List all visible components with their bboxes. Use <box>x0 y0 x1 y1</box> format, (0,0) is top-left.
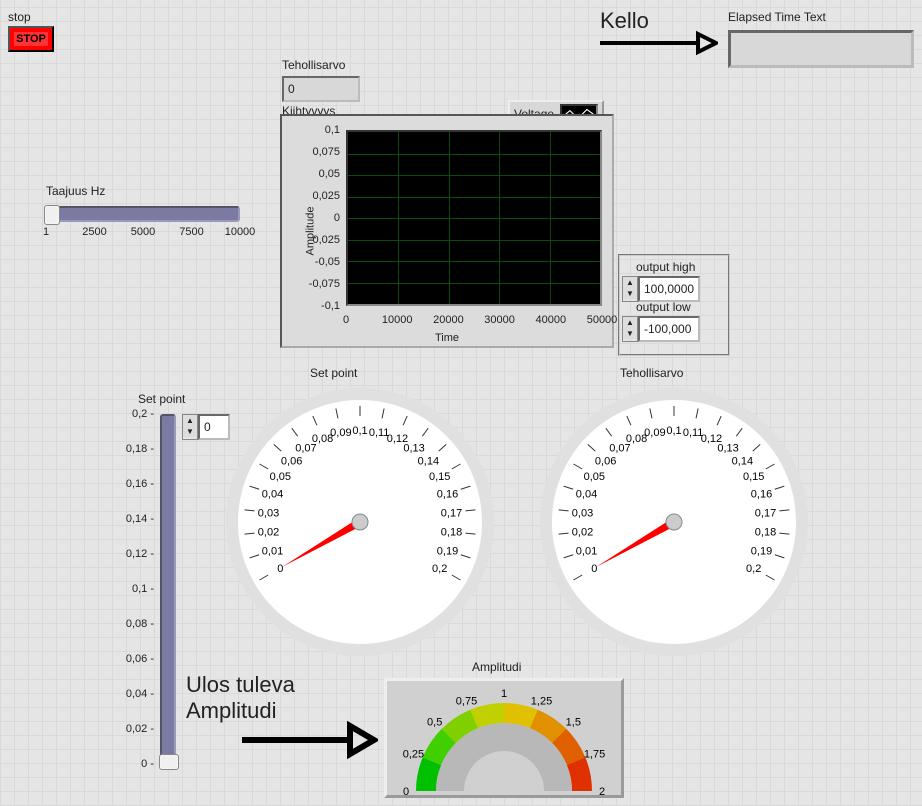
amplitudi-label: Amplitudi <box>472 660 521 674</box>
svg-text:0,02: 0,02 <box>572 527 593 539</box>
svg-text:0: 0 <box>277 563 283 575</box>
elapsed-time-label: Elapsed Time Text <box>728 10 826 24</box>
svg-text:0,18: 0,18 <box>755 527 776 539</box>
svg-text:0,17: 0,17 <box>755 507 776 519</box>
svg-text:0,15: 0,15 <box>743 471 764 483</box>
svg-text:0,04: 0,04 <box>262 489 283 501</box>
svg-text:0: 0 <box>591 563 597 575</box>
svg-text:0,05: 0,05 <box>584 471 605 483</box>
setpoint-vslider[interactable]: 0,2 -0,18 -0,16 -0,14 -0,12 -0,1 -0,08 -… <box>160 414 176 768</box>
svg-text:0,14: 0,14 <box>732 455 753 467</box>
svg-text:0,14: 0,14 <box>418 455 439 467</box>
svg-text:0,18: 0,18 <box>441 527 462 539</box>
svg-text:0,1: 0,1 <box>352 425 367 437</box>
stop-label: stop <box>8 10 31 24</box>
vslider-ticks: 0,2 -0,18 -0,16 -0,14 -0,12 -0,1 -0,08 -… <box>124 414 154 764</box>
output-high-label: output high <box>636 260 695 274</box>
svg-text:1,25: 1,25 <box>531 695 552 707</box>
svg-text:0,09: 0,09 <box>330 427 351 439</box>
svg-text:0,15: 0,15 <box>429 471 450 483</box>
svg-text:0,06: 0,06 <box>595 455 616 467</box>
svg-text:0,03: 0,03 <box>572 507 593 519</box>
tehollisarvo-gauge: 00,010,020,030,040,050,060,070,080,090,1… <box>534 382 814 662</box>
svg-text:0,2: 0,2 <box>432 563 447 575</box>
output-low-field[interactable]: ▲▼ -100,000 <box>622 316 700 342</box>
output-low-label: output low <box>636 300 691 314</box>
svg-text:0,1: 0,1 <box>666 425 681 437</box>
spinner-icon[interactable]: ▲▼ <box>622 316 638 342</box>
svg-text:0,13: 0,13 <box>403 443 424 455</box>
amplitudi-annotation: Ulos tuleva Amplitudi <box>186 672 295 724</box>
svg-text:0,06: 0,06 <box>281 455 302 467</box>
tehollisarvo-num-field: 0 <box>282 76 360 102</box>
svg-text:0,75: 0,75 <box>456 695 477 707</box>
elapsed-time-field <box>728 30 914 68</box>
svg-text:0,16: 0,16 <box>751 489 772 501</box>
svg-text:0,04: 0,04 <box>576 489 597 501</box>
arrow-right-icon <box>238 720 378 760</box>
svg-text:1,75: 1,75 <box>584 748 605 760</box>
setpoint-gauge-label: Set point <box>310 366 357 380</box>
svg-text:0,03: 0,03 <box>258 507 279 519</box>
output-high-field[interactable]: ▲▼ 100,0000 <box>622 276 700 302</box>
tehollisarvo-gauge-label: Tehollisarvo <box>620 366 683 380</box>
vslider-thumb[interactable] <box>159 754 179 770</box>
setpoint-gauge: 00,010,020,030,040,050,060,070,080,090,1… <box>220 382 500 662</box>
front-panel: stop STOP Kello Elapsed Time Text Teholl… <box>0 0 922 806</box>
svg-text:0,01: 0,01 <box>576 545 597 557</box>
svg-text:0,25: 0,25 <box>403 748 424 760</box>
svg-text:0,01: 0,01 <box>262 545 283 557</box>
stop-button-text: STOP <box>14 32 48 46</box>
taajuus-slider[interactable]: 125005000750010000 <box>46 206 240 246</box>
svg-text:0,19: 0,19 <box>437 545 458 557</box>
svg-text:2: 2 <box>599 786 605 795</box>
arrow-right-icon <box>598 28 718 58</box>
slider-thumb[interactable] <box>44 205 60 225</box>
tehollisarvo-num-label: Tehollisarvo <box>282 58 345 72</box>
plot-area <box>346 130 602 306</box>
graph-xlabel: Time <box>435 332 459 344</box>
svg-text:0,17: 0,17 <box>441 507 462 519</box>
svg-text:0,09: 0,09 <box>644 427 665 439</box>
kiihtyvyys-graph[interactable]: Amplitude Time 0,10,0750,050,0250-0,025-… <box>280 114 614 348</box>
spinner-icon[interactable]: ▲▼ <box>622 276 638 302</box>
svg-text:0,2: 0,2 <box>746 563 761 575</box>
setpoint-vslider-label: Set point <box>138 392 185 406</box>
svg-text:1: 1 <box>501 688 507 700</box>
svg-text:0,16: 0,16 <box>437 489 458 501</box>
svg-text:0,02: 0,02 <box>258 527 279 539</box>
output-high-value[interactable]: 100,0000 <box>638 276 700 302</box>
svg-text:1,5: 1,5 <box>566 717 581 729</box>
taajuus-label: Taajuus Hz <box>46 184 105 198</box>
svg-text:0: 0 <box>403 786 409 795</box>
output-low-value[interactable]: -100,000 <box>638 316 700 342</box>
svg-text:0,05: 0,05 <box>270 471 291 483</box>
svg-text:0,19: 0,19 <box>751 545 772 557</box>
amplitudi-gauge: 0 0,25 0,5 0,75 1 1,25 1,5 1,75 2 <box>384 678 624 798</box>
svg-text:0,13: 0,13 <box>717 443 738 455</box>
stop-button[interactable]: STOP <box>8 26 54 52</box>
slider-ticks: 125005000750010000 <box>46 226 240 246</box>
spinner-icon[interactable]: ▲▼ <box>182 414 198 440</box>
svg-text:0,5: 0,5 <box>427 717 442 729</box>
